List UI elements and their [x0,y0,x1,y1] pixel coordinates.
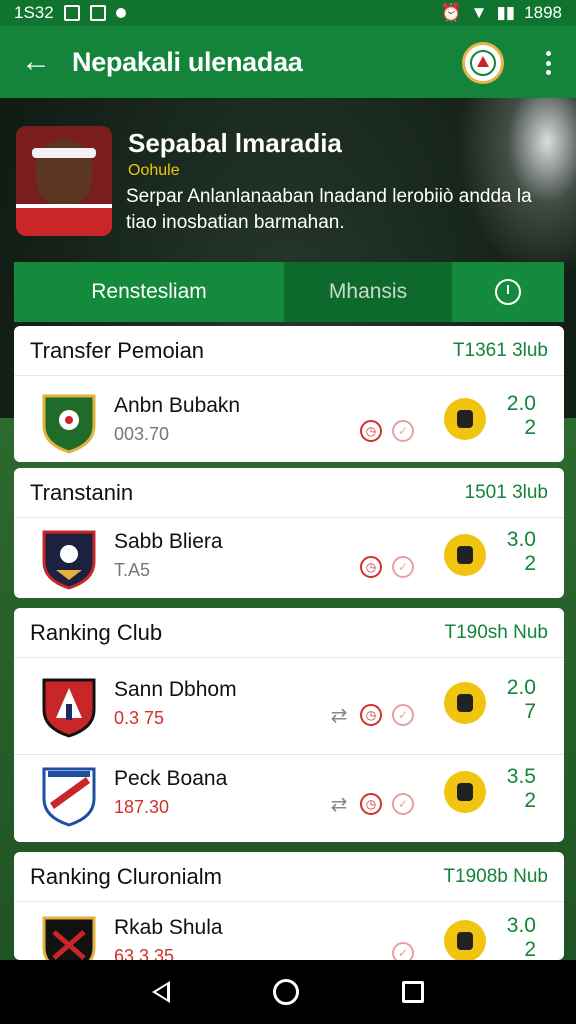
check-icon[interactable]: ✓ [392,556,414,578]
tab-bar: Renstesliam Mhansis [14,262,564,322]
score-top: 2.0 [506,392,536,415]
card-header: Transfer Pemoian T1361 3lub [14,326,564,376]
app-bar: ← Nepakali ulenadaa [0,26,576,98]
transfer-icon[interactable]: ⇄ [328,704,350,727]
card-ranking-club: Ranking Club T190sh Nub Sann Dbhom 0.3 7… [14,608,564,842]
team-crest-icon [42,530,96,590]
score-top: 2.0 [506,676,536,699]
row-code: T.A5 [114,560,151,580]
crest-icon [470,50,496,76]
score-top: 3.0 [506,914,536,937]
app-title: Nepakali ulenadaa [72,46,303,77]
tab-mhansis[interactable]: Mhansis [284,262,452,322]
card-header: Transtanin 1501 3lub [14,468,564,518]
card-transtanin: Transtanin 1501 3lub Sabb Bliera T.A5 ◷ … [14,468,564,598]
clock-icon[interactable]: ◷ [360,793,382,815]
score-bottom: 2 [524,789,536,812]
alarm-icon: ⏰ [440,3,462,22]
row-code: 0.3 75 [114,708,165,728]
row-name: Anbn Bubakn [114,394,241,417]
nav-back-icon[interactable] [151,981,170,1003]
clock-icon [495,279,521,305]
nav-recents-icon[interactable] [402,981,425,1003]
score-bottom: 2 [524,938,536,960]
wifi-icon: ▼ [470,3,488,22]
check-icon[interactable]: ✓ [392,793,414,815]
team-crest-icon [42,394,96,454]
trophy-badge-icon [444,920,486,960]
card-title: Ranking Club [30,619,163,645]
transfer-icon[interactable]: ⇄ [328,793,350,816]
score-bottom: 2 [524,552,536,575]
status-right-time: 1898 [524,3,562,22]
clock-icon[interactable]: ◷ [360,556,382,578]
clock-icon[interactable]: ◷ [360,420,382,442]
trophy-badge-icon [444,398,486,440]
score-bottom: 7 [524,700,536,723]
card-transfer: Transfer Pemoian T1361 3lub Anbn Bubakn … [14,326,564,462]
close-notification-icon [89,5,106,21]
card-ranking-cluronialm: Ranking Cluronialm T1908b Nub Rkab Shula… [14,852,564,960]
check-icon[interactable]: ✓ [392,942,414,960]
row-name: Peck Boana [114,767,228,790]
list-item[interactable]: Peck Boana 187.30 ⇄ ◷ ✓ 3.5 2 [14,754,564,834]
player-profile: Sepabal lmaradia Oohule Serpar Anlanlana… [16,126,560,246]
score-top: 3.5 [506,765,536,788]
row-name: Sann Dbhom [114,678,237,701]
row-code: 187.30 [114,797,170,817]
more-options-icon[interactable] [538,48,558,78]
signal-icon: ▮▮ [496,3,516,22]
team-crest-icon [42,916,96,960]
list-item[interactable]: Rkab Shula 63.3 35 ✓ 3.0 2 [14,904,564,960]
list-item[interactable]: Anbn Bubakn 003.70 ◷ ✓ 2.0 2 [14,382,564,462]
image-notification-icon [63,5,80,21]
card-title: Transfer Pemoian [30,337,205,363]
list-item[interactable]: Sabb Bliera T.A5 ◷ ✓ 3.0 2 [14,518,564,598]
trophy-badge-icon [444,771,486,813]
card-meta[interactable]: 1501 3lub [465,482,548,504]
row-name: Sabb Bliera [114,530,223,553]
team-crest-icon [42,767,96,827]
club-logo[interactable] [462,42,504,84]
card-meta[interactable]: T1908b Nub [443,866,548,888]
player-avatar[interactable] [16,126,112,236]
tab-renstesliam[interactable]: Renstesliam [14,262,284,322]
row-code: 63.3 35 [114,946,175,960]
nav-home-icon[interactable] [272,979,299,1005]
card-meta[interactable]: T190sh Nub [444,622,548,644]
clock-icon[interactable]: ◷ [360,704,382,726]
check-icon[interactable]: ✓ [392,704,414,726]
trophy-badge-icon [444,682,486,724]
status-time: 1S32 [14,3,54,22]
score-top: 3.0 [506,528,536,551]
player-description: Serpar Anlanlanaaban lnadand lerobiiò an… [126,186,532,233]
row-code: 003.70 [114,424,170,444]
back-arrow-icon[interactable]: ← [0,26,72,98]
system-nav-bar [0,960,576,1024]
card-title: Ranking Cluronialm [30,863,222,889]
card-title: Transtanin [30,479,134,505]
player-name: Sepabal lmaradia [128,128,342,158]
player-subtitle: Oohule [128,162,180,179]
status-bar: 1S32 ⏰ ▼ ▮▮ 1898 [0,0,576,26]
row-name: Rkab Shula [114,916,223,939]
team-crest-icon [42,678,96,738]
tab-clock[interactable] [452,262,564,322]
score-bottom: 2 [524,416,536,439]
card-header: Ranking Club T190sh Nub [14,608,564,658]
check-icon[interactable]: ✓ [392,420,414,442]
trophy-badge-icon [444,534,486,576]
card-meta[interactable]: T1361 3lub [453,340,548,362]
card-header: Ranking Cluronialm T1908b Nub [14,852,564,902]
list-item[interactable]: Sann Dbhom 0.3 75 ⇄ ◷ ✓ 2.0 7 [14,666,564,746]
dot-notification-icon [115,8,126,18]
